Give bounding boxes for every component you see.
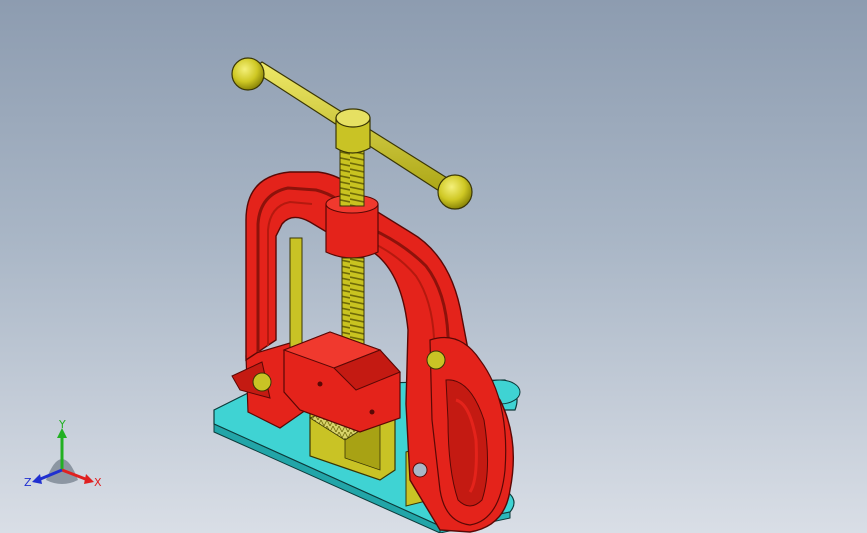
handle-ball-left[interactable]: [231, 57, 265, 91]
y-axis-label: Y: [58, 418, 66, 431]
z-axis-arrow-icon: [32, 474, 42, 484]
x-axis-label: X: [94, 476, 102, 489]
z-axis-label: Z: [24, 476, 32, 489]
x-axis-arrow-icon: [84, 474, 94, 484]
pipe-vise-model[interactable]: [0, 0, 867, 533]
orientation-triad[interactable]: Y X Z: [24, 418, 114, 498]
3d-viewport[interactable]: Y X Z: [0, 0, 867, 533]
lead-screw: [339, 149, 365, 369]
handle-ball-right[interactable]: [437, 174, 473, 210]
